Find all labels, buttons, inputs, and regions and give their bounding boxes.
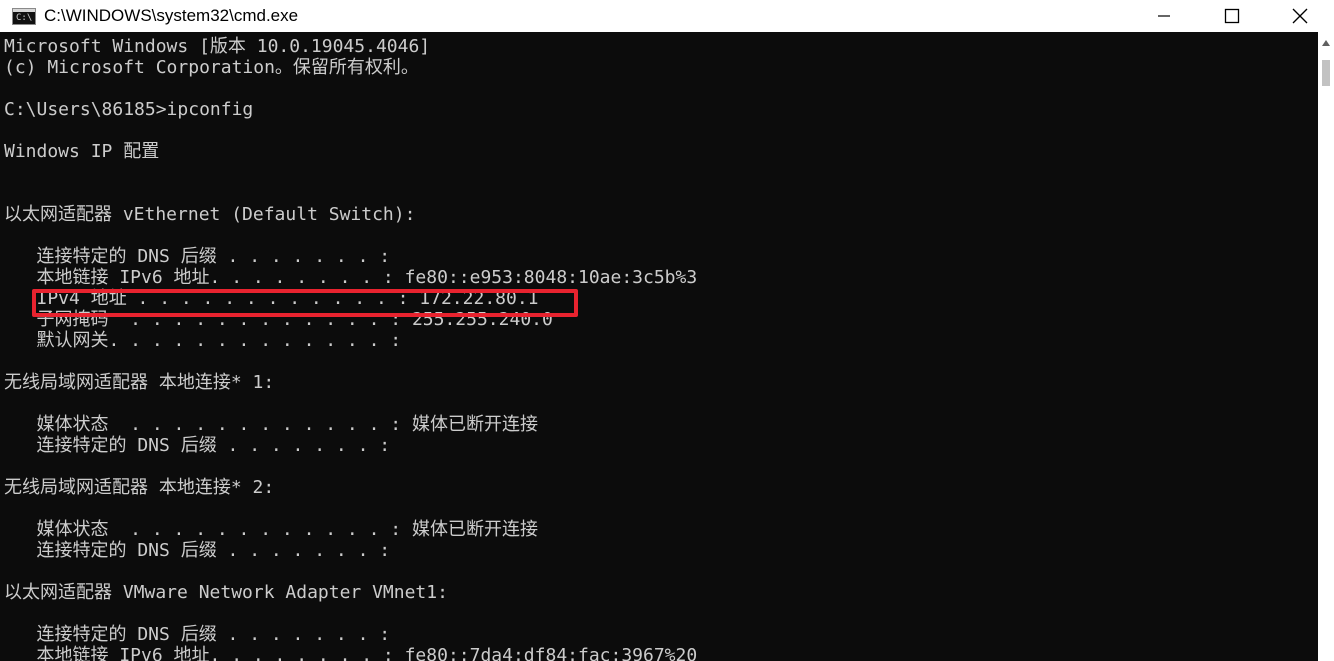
close-button[interactable]: [1266, 0, 1334, 32]
chevron-up-icon: [1322, 40, 1330, 46]
console-line: 以太网适配器 vEthernet (Default Switch):: [4, 204, 416, 225]
console-line: (c) Microsoft Corporation。保留所有权利。: [4, 57, 419, 78]
vertical-scrollbar[interactable]: [1318, 32, 1334, 661]
console-line: 以太网适配器 VMware Network Adapter VMnet1:: [4, 582, 448, 603]
cmd-app-icon-label: C:\: [16, 12, 33, 23]
console-line: IPv4 地址 . . . . . . . . . . . . : 172.22…: [4, 288, 539, 309]
console-line: Microsoft Windows [版本 10.0.19045.4046]: [4, 36, 431, 57]
console-line: 连接特定的 DNS 后缀 . . . . . . . :: [4, 624, 391, 645]
cmd-window: C:\ C:\WINDOWS\system32\cmd.exe Microsof…: [0, 0, 1334, 661]
console-line: 媒体状态 . . . . . . . . . . . . : 媒体已断开连接: [4, 519, 538, 540]
scroll-thumb[interactable]: [1322, 60, 1330, 86]
console-line: 无线局域网适配器 本地连接* 2:: [4, 477, 275, 498]
console-line: 无线局域网适配器 本地连接* 1:: [4, 372, 275, 393]
window-controls: [1130, 0, 1334, 32]
console-line: 子网掩码 . . . . . . . . . . . . : 255.255.2…: [4, 309, 553, 330]
console-line: 默认网关. . . . . . . . . . . . . :: [4, 330, 402, 351]
console-line: 本地链接 IPv6 地址. . . . . . . . : fe80::e953…: [4, 267, 698, 288]
console-line: C:\Users\86185>ipconfig: [4, 99, 254, 120]
window-title: C:\WINDOWS\system32\cmd.exe: [44, 6, 299, 25]
maximize-button[interactable]: [1198, 0, 1266, 32]
minimize-button[interactable]: [1130, 0, 1198, 32]
console-line: 媒体状态 . . . . . . . . . . . . : 媒体已断开连接: [4, 414, 538, 435]
console-line: 连接特定的 DNS 后缀 . . . . . . . :: [4, 246, 391, 267]
console-line: 本地链接 IPv6 地址. . . . . . . . : fe80::7da4…: [4, 645, 698, 661]
console-line: 连接特定的 DNS 后缀 . . . . . . . :: [4, 540, 391, 561]
minimize-icon: [1158, 15, 1170, 17]
cmd-app-icon[interactable]: C:\: [12, 7, 36, 25]
console-line: 连接特定的 DNS 后缀 . . . . . . . :: [4, 435, 391, 456]
console-output[interactable]: Microsoft Windows [版本 10.0.19045.4046] (c…: [0, 32, 1318, 661]
maximize-icon: [1224, 8, 1240, 24]
scroll-up-button[interactable]: [1318, 36, 1334, 50]
console-line: Windows IP 配置: [4, 141, 160, 162]
close-icon: [1292, 8, 1308, 24]
title-bar[interactable]: C:\ C:\WINDOWS\system32\cmd.exe: [0, 0, 1334, 32]
